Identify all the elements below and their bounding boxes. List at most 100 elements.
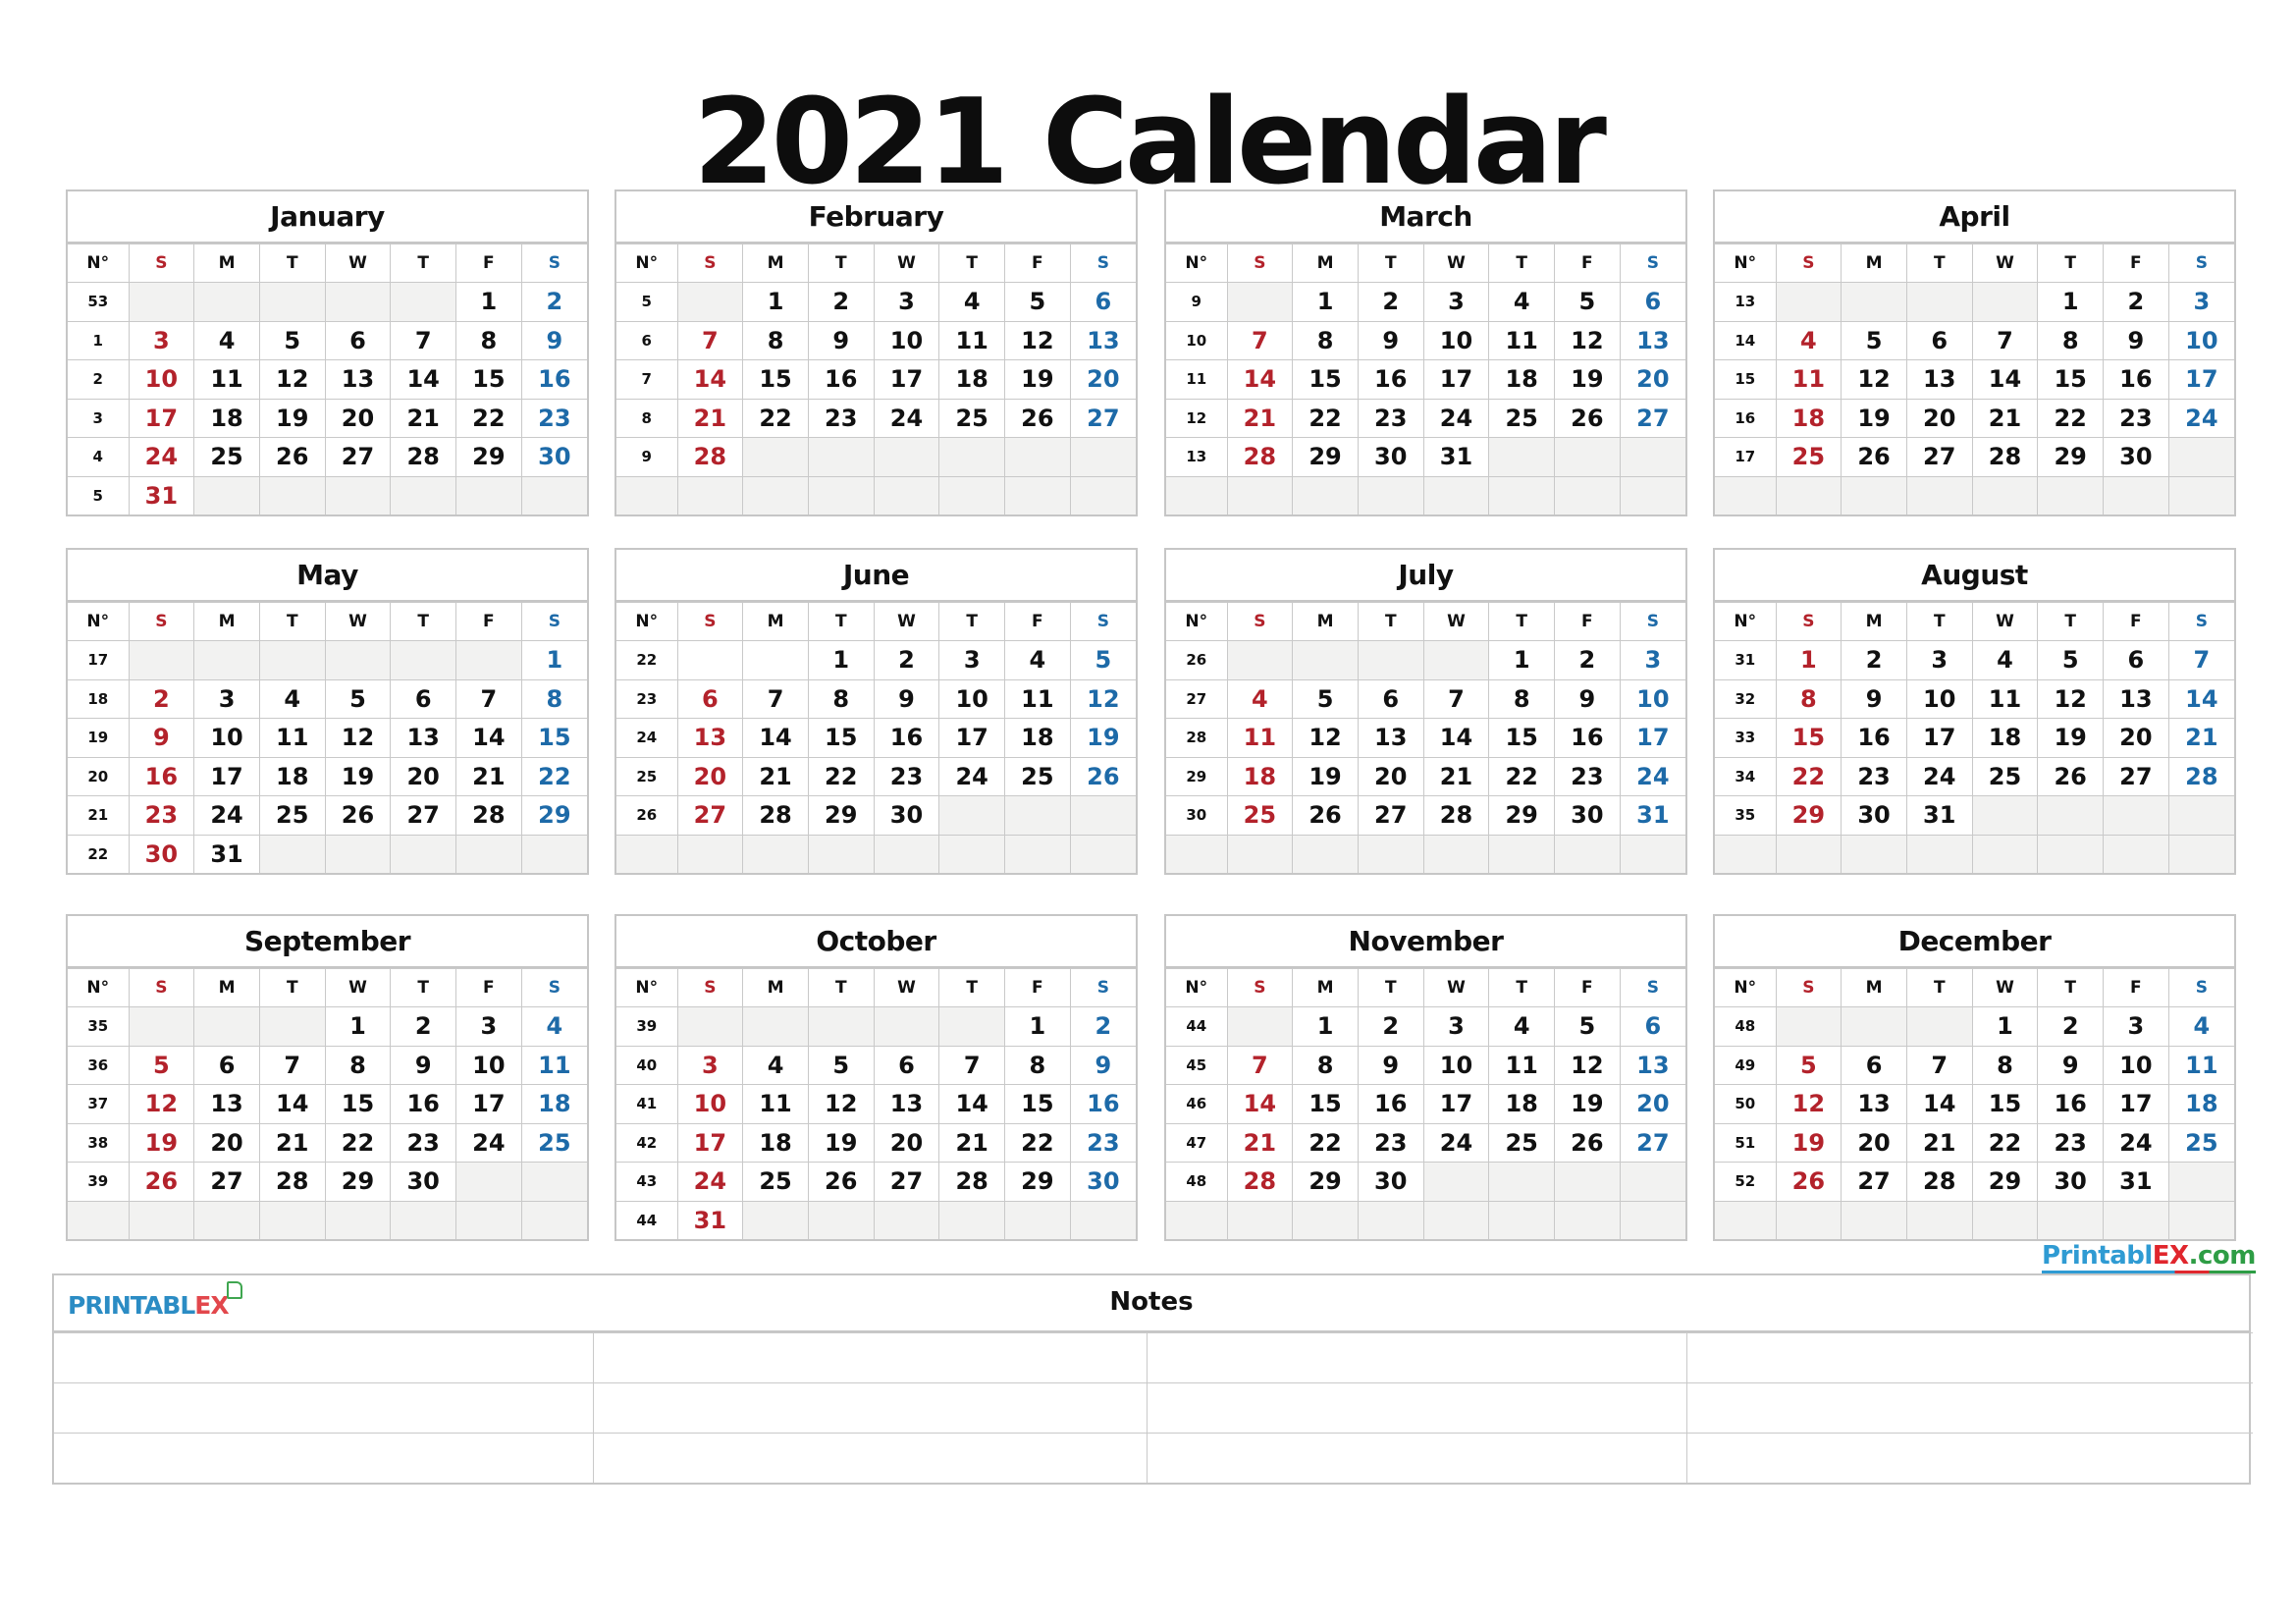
day-cell: 12	[1292, 718, 1359, 758]
week-row: 38 19 20 21 22 23 24 25	[68, 1122, 587, 1163]
notes-cell[interactable]	[1146, 1332, 1687, 1383]
printablex-watermark[interactable]: PrintablEX.com	[2042, 1241, 2256, 1273]
weekday-header: S	[1619, 602, 1685, 641]
day-cell: 2	[1357, 282, 1424, 322]
day-cell: 1	[1971, 1006, 2039, 1047]
day-cell: 6	[676, 678, 744, 719]
week-row: 2 10 11 12 13 14 15 16	[68, 359, 587, 400]
day-cell: 31	[1422, 437, 1490, 477]
notes-title: Notes	[1109, 1287, 1194, 1317]
notes-cell[interactable]	[1685, 1433, 2253, 1483]
day-cell: 29	[1971, 1162, 2039, 1202]
day-cell: 23	[1357, 1122, 1424, 1163]
day-cell: 14	[676, 359, 744, 400]
weekday-header: S	[1069, 968, 1136, 1007]
day-cell: 27	[1619, 398, 1685, 438]
day-cell: 24	[1422, 1122, 1490, 1163]
weekday-header: W	[1971, 968, 2039, 1007]
day-cell: 27	[324, 437, 392, 477]
day-cell: 15	[455, 359, 522, 400]
empty-day-cell	[742, 475, 809, 514]
notes-cell[interactable]	[54, 1433, 594, 1483]
day-cell: 22	[807, 756, 875, 796]
empty-day-cell	[390, 475, 457, 514]
notes-cell[interactable]	[592, 1433, 1148, 1483]
brand-text-part1: Printabl	[2042, 1241, 2153, 1271]
empty-day-cell	[676, 282, 744, 322]
day-cell: 15	[1004, 1084, 1071, 1124]
day-cell: 19	[128, 1122, 195, 1163]
day-cell: 3	[2103, 1006, 2169, 1047]
notes-cell[interactable]	[1685, 1332, 2253, 1383]
day-cell: 9	[873, 678, 940, 719]
empty-day-cell	[1841, 1200, 1907, 1239]
week-number-header: N°	[616, 244, 678, 283]
notes-cell[interactable]	[1146, 1433, 1687, 1483]
week-row: 25 20 21 22 23 24 25 26	[616, 756, 1136, 796]
empty-day-cell	[390, 1200, 457, 1239]
empty-day-cell	[1971, 1200, 2039, 1239]
weekday-header: S	[1226, 602, 1294, 641]
empty-day-cell	[873, 475, 940, 514]
day-cell: 4	[520, 1006, 587, 1047]
week-row: 46 14 15 16 17 18 19 20	[1166, 1084, 1685, 1124]
day-cell: 14	[1971, 359, 2039, 400]
weekday-header: F	[1554, 244, 1621, 283]
day-cell: 16	[1554, 718, 1621, 758]
day-cell: 28	[1226, 437, 1294, 477]
empty-day-cell	[1069, 795, 1136, 836]
empty-day-cell	[807, 437, 875, 477]
notes-cell[interactable]	[1146, 1382, 1687, 1434]
empty-day-cell	[455, 640, 522, 680]
day-cell: 29	[1292, 437, 1359, 477]
day-cell: 8	[1292, 1045, 1359, 1085]
empty-day-cell	[1004, 1200, 1071, 1239]
empty-day-cell	[1226, 640, 1294, 680]
notes-cell[interactable]	[1685, 1382, 2253, 1434]
week-row: 24 13 14 15 16 17 18 19	[616, 718, 1136, 758]
empty-day-cell	[2103, 475, 2169, 514]
week-number: 13	[1715, 282, 1777, 322]
weekday-header: T	[938, 244, 1006, 283]
week-number: 21	[68, 795, 130, 836]
empty-day-cell	[390, 282, 457, 322]
month-name: November	[1166, 916, 1685, 968]
day-cell: 30	[1841, 795, 1907, 836]
notes-cell[interactable]	[592, 1332, 1148, 1383]
weekday-header: T	[258, 244, 326, 283]
brand-text-part2: EX	[2152, 1241, 2189, 1271]
empty-day-cell	[2037, 475, 2105, 514]
day-cell: 5	[324, 678, 392, 719]
day-cell: 23	[1554, 756, 1621, 796]
day-cell: 4	[1775, 320, 1842, 360]
week-number: 4	[68, 437, 130, 477]
day-cell: 15	[1292, 1084, 1359, 1124]
day-cell: 29	[1292, 1162, 1359, 1202]
day-cell: 18	[520, 1084, 587, 1124]
week-row	[616, 475, 1136, 514]
week-row: 42 17 18 19 20 21 22 23	[616, 1122, 1136, 1163]
week-row: 23 6 7 8 9 10 11 12	[616, 678, 1136, 719]
empty-day-cell	[2103, 795, 2169, 836]
day-cell: 4	[742, 1045, 809, 1085]
empty-day-cell	[1004, 834, 1071, 873]
empty-day-cell	[938, 795, 1006, 836]
notes-cell[interactable]	[592, 1382, 1148, 1434]
week-number: 12	[1166, 398, 1228, 438]
day-cell: 7	[258, 1045, 326, 1085]
day-cell: 5	[2037, 640, 2105, 680]
notes-cell[interactable]	[54, 1332, 594, 1383]
empty-day-cell	[258, 1006, 326, 1047]
week-number: 18	[68, 678, 130, 719]
day-cell: 12	[1841, 359, 1907, 400]
day-cell: 20	[1069, 359, 1136, 400]
day-cell: 28	[258, 1162, 326, 1202]
month-may: May N° S M T W T F S 17 1 18 2 3 4 5 6 7 8 19 9 10 11 12 13 14 15 2…	[66, 548, 589, 875]
week-number: 35	[68, 1006, 130, 1047]
empty-day-cell	[1554, 1162, 1621, 1202]
empty-day-cell	[1775, 1200, 1842, 1239]
weekday-header: T	[807, 244, 875, 283]
notes-cell[interactable]	[54, 1382, 594, 1434]
day-cell: 17	[1905, 718, 1973, 758]
day-cell: 23	[390, 1122, 457, 1163]
